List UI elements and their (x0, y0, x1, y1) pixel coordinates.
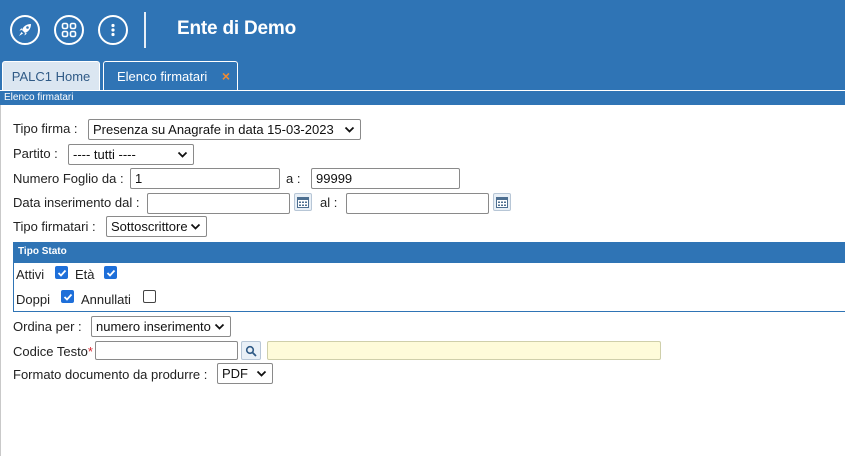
doppi-checkbox[interactable] (61, 290, 74, 303)
panel-title: Tipo Stato (18, 246, 67, 257)
partito-select[interactable]: ---- tutti ---- (68, 144, 194, 165)
ordina-per-value: numero inserimento (96, 319, 211, 334)
partito-label: Partito : (13, 146, 58, 161)
top-header: Ente di Demo (0, 0, 845, 60)
breadcrumb: Elenco firmatari (0, 90, 845, 105)
apps-grid-icon[interactable] (54, 15, 84, 45)
panel-header: Tipo Stato (14, 243, 845, 263)
breadcrumb-label: Elenco firmatari (4, 92, 74, 103)
numero-foglio-label: Numero Foglio da : (13, 171, 124, 186)
tipo-firma-value: Presenza su Anagrafe in data 15-03-2023 (93, 122, 334, 137)
data-inserimento-dal-input[interactable] (147, 193, 290, 214)
tab-bar: PALC1 Home Elenco firmatari × (0, 60, 845, 90)
codice-testo-label: Codice Testo* (13, 344, 93, 359)
annullati-label: Annullati (81, 292, 131, 307)
app-title: Ente di Demo (177, 18, 297, 39)
rocket-icon[interactable] (10, 15, 40, 45)
ordina-per-select[interactable]: numero inserimento (91, 316, 231, 337)
calendar-icon[interactable] (493, 193, 511, 211)
formato-select[interactable]: PDF (217, 363, 273, 384)
header-divider (144, 12, 146, 48)
tipo-firma-label: Tipo firma : (13, 121, 78, 136)
ordina-per-label: Ordina per : (13, 319, 82, 334)
chevron-down-icon (190, 223, 201, 230)
annullati-checkbox[interactable] (143, 290, 156, 303)
data-inserimento-al-input[interactable] (346, 193, 489, 214)
numero-foglio-da-input[interactable]: 1 (130, 168, 280, 189)
formato-label: Formato documento da produrre : (13, 367, 208, 382)
codice-testo-label-text: Codice Testo (13, 344, 88, 359)
calendar-icon[interactable] (294, 193, 312, 211)
left-border (0, 105, 1, 456)
numero-foglio-a-label: a : (286, 171, 301, 186)
numero-foglio-a-value: 99999 (316, 171, 353, 186)
tipo-stato-panel: Tipo Stato (13, 242, 845, 312)
tipo-firmatari-select[interactable]: Sottoscrittore (106, 216, 207, 237)
data-inserimento-label: Data inserimento dal : (13, 195, 140, 210)
tab-label: PALC1 Home (11, 68, 91, 84)
close-icon[interactable]: × (222, 68, 230, 84)
tab-label: Elenco firmatari (117, 68, 208, 84)
tipo-firmatari-label: Tipo firmatari : (13, 219, 96, 234)
attivi-label: Attivi (16, 267, 45, 282)
chevron-down-icon (256, 370, 267, 377)
tipo-firma-select[interactable]: Presenza su Anagrafe in data 15-03-2023 (88, 119, 361, 140)
numero-foglio-da-value: 1 (135, 171, 143, 186)
required-mark: * (87, 344, 93, 359)
doppi-label: Doppi (16, 292, 50, 307)
data-inserimento-al-label: al : (320, 195, 338, 210)
tab-elenco-firmatari[interactable]: Elenco firmatari × (103, 61, 238, 90)
codice-testo-input[interactable] (95, 341, 238, 360)
codice-testo-description (267, 341, 661, 360)
partito-value: ---- tutti ---- (73, 147, 136, 162)
chevron-down-icon (344, 126, 355, 133)
more-vertical-icon[interactable] (98, 15, 128, 45)
chevron-down-icon (214, 323, 225, 330)
attivi-checkbox[interactable] (55, 266, 68, 279)
eta-label: Età (75, 267, 95, 282)
numero-foglio-a-input[interactable]: 99999 (311, 168, 460, 189)
chevron-down-icon (177, 151, 188, 158)
formato-value: PDF (222, 366, 248, 381)
eta-checkbox[interactable] (104, 266, 117, 279)
tab-palc1-home[interactable]: PALC1 Home (2, 61, 100, 90)
search-icon[interactable] (241, 341, 261, 360)
tipo-firmatari-value: Sottoscrittore (111, 219, 188, 234)
